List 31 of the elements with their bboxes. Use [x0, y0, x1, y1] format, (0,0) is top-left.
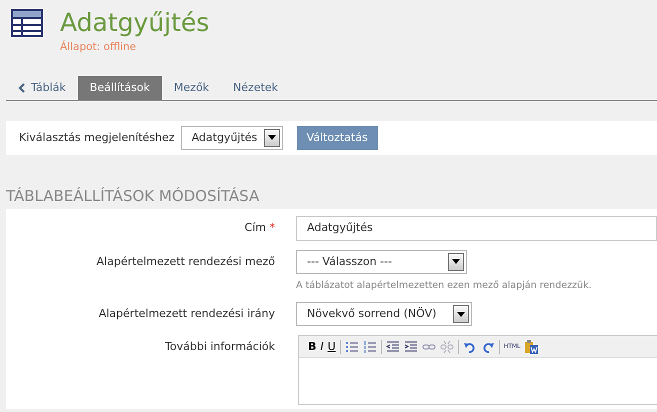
back-link[interactable]: Táblák	[6, 76, 78, 100]
dropdown[interactable]: Növekvő sorrend (NÖV)	[296, 302, 472, 326]
table-icon	[10, 8, 44, 38]
italic-button[interactable]: I	[320, 340, 324, 352]
chevron-left-icon	[18, 82, 26, 93]
underline-button[interactable]: U	[328, 340, 336, 352]
page-title: Adatgyűjtés	[60, 8, 210, 38]
section-heading: TÁBLABEÁLLÍTÁSOK MÓDOSÍTÁSA	[6, 186, 260, 207]
tab[interactable]: Beállítások	[78, 76, 162, 100]
tab[interactable]: Nézetek	[221, 76, 290, 100]
field-label: Alapértelmezett rendezési irány	[98, 307, 275, 320]
caret-icon	[268, 135, 276, 140]
field-label: További információk	[165, 340, 275, 353]
field-label: Cím	[244, 220, 266, 234]
caret-icon	[457, 312, 465, 316]
bulleted-list-icon[interactable]	[344, 340, 359, 354]
tab[interactable]: Mezők	[162, 76, 222, 100]
indent-icon[interactable]	[404, 340, 418, 354]
help-text: A táblázatot alapértelmezetten ezen mező alapján rendezzük.	[296, 278, 592, 293]
numbered-list-icon[interactable]	[362, 340, 377, 354]
text-field[interactable]: Adatgyűjtés	[296, 216, 657, 241]
field-label: Kiválasztás megjelenítéshez	[19, 130, 175, 146]
dropdown[interactable]: --- Válasszon ---	[296, 250, 467, 274]
outdent-icon[interactable]	[386, 340, 400, 354]
required-mark: *	[270, 220, 275, 234]
bold-button[interactable]: B	[308, 340, 316, 352]
caret-icon	[452, 259, 460, 264]
status-text: Állapot: offline	[60, 40, 138, 55]
field-label: Alapértelmezett rendezési mező	[96, 254, 275, 268]
view-dropdown[interactable]: Adatgyűjtés	[180, 126, 283, 150]
paste-word-icon[interactable]	[524, 340, 538, 354]
